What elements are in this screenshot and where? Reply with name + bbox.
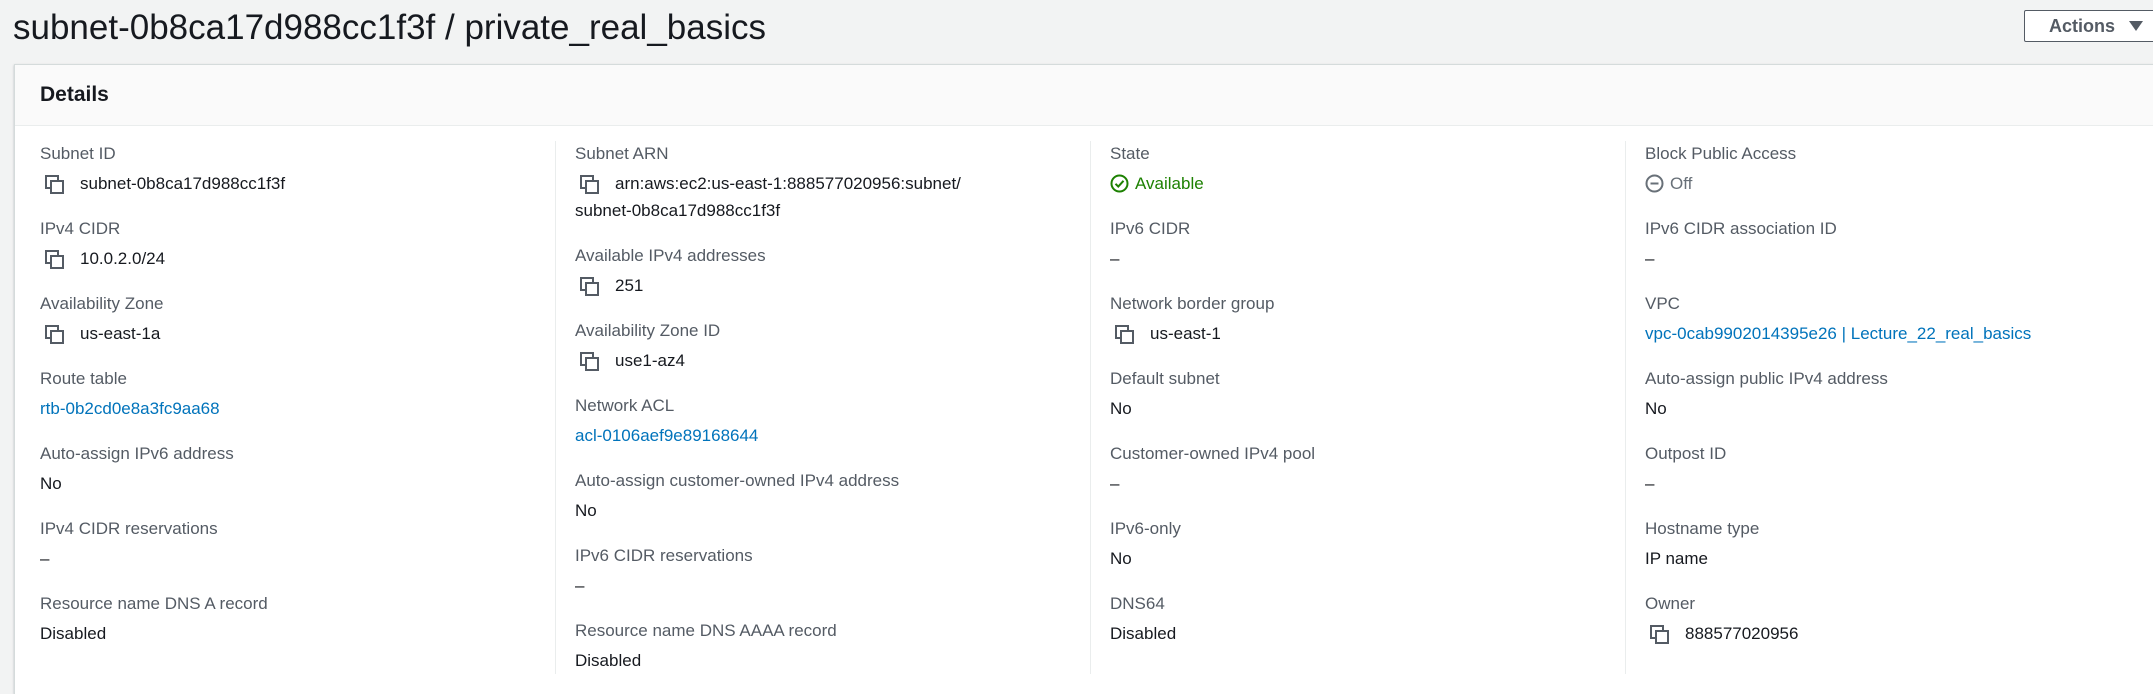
field-label: DNS64 [1110,594,1165,613]
dns-a-record-value: Disabled [40,624,107,643]
ipv4-cidr-value: 10.0.2.0/24 [80,249,166,268]
field-label: Network border group [1110,294,1275,313]
auto-assign-ipv6-value: No [40,474,62,493]
ipv4-cidr-reservations-value: – [40,549,50,568]
field-label: Block Public Access [1645,144,1797,163]
owner-value: 888577020956 [1685,624,1799,643]
network-border-group-value: us-east-1 [1150,324,1221,343]
field-label: Available IPv4 addresses [575,246,766,265]
field-label: Subnet ID [40,144,116,163]
availability-zone-value: us-east-1a [80,324,161,343]
field-label: Availability Zone [40,294,164,313]
caret-down-icon [2129,21,2144,31]
details-panel-title: Details [40,83,109,106]
ipv6-only-value: No [1110,549,1132,568]
column-divider [1090,141,1091,674]
coip-pool-value: – [1110,474,1120,493]
field-label: Default subnet [1110,369,1220,388]
subnet-arn-value-continued: subnet-0b8ca17d988cc1f3f [575,201,781,220]
copy-icon[interactable] [44,174,66,196]
ipv6-cidr-value: – [1110,249,1120,268]
field-label: Resource name DNS AAAA record [575,621,837,640]
copy-icon[interactable] [44,324,66,346]
field-label: Hostname type [1645,519,1760,538]
copy-icon[interactable] [579,276,601,298]
field-label: Outpost ID [1645,444,1727,463]
field-label: Auto-assign IPv6 address [40,444,234,463]
copy-icon[interactable] [44,249,66,271]
details-panel-header: Details [15,65,2153,126]
field-label: Subnet ARN [575,144,669,163]
field-label: IPv6-only [1110,519,1181,538]
field-label: IPv6 CIDR [1110,219,1191,238]
state-value: Available [1135,174,1204,193]
field-label: IPv6 CIDR reservations [575,546,753,565]
auto-assign-coip-value: No [575,501,597,520]
field-label: VPC [1645,294,1680,313]
subnet-id-value: subnet-0b8ca17d988cc1f3f [80,174,286,193]
route-table-link[interactable]: rtb-0b2cd0e8a3fc9aa68 [40,395,220,422]
copy-icon[interactable] [1649,624,1671,646]
copy-icon[interactable] [1114,324,1136,346]
field-label: IPv6 CIDR association ID [1645,219,1837,238]
column-divider [1625,141,1626,674]
ipv6-cidr-reservations-value: – [575,576,585,595]
field-label: Resource name DNS A record [40,594,268,613]
dns64-value: Disabled [1110,624,1177,643]
copy-icon[interactable] [579,351,601,373]
subnet-arn-value: arn:aws:ec2:us-east-1:888577020956:subne… [615,174,961,193]
actions-button[interactable]: Actions [2024,10,2153,42]
page-header: subnet-0b8ca17d988cc1f3f / private_real_… [0,0,2153,64]
ipv6-association-id-value: – [1645,249,1655,268]
field-label: Customer-owned IPv4 pool [1110,444,1316,463]
status-off-icon [1645,174,1664,193]
dns-aaaa-record-value: Disabled [575,651,642,670]
field-label: Route table [40,369,127,388]
availability-zone-id-value: use1-az4 [615,351,685,370]
hostname-type-value: IP name [1645,549,1709,568]
field-label: IPv4 CIDR [40,219,121,238]
field-label: Auto-assign customer-owned IPv4 address [575,471,900,490]
available-ipv4-value: 251 [615,276,644,295]
default-subnet-value: No [1110,399,1132,418]
details-panel: Details Subnet ID subnet-0b8ca17d988cc1f… [14,64,2153,694]
page-title: subnet-0b8ca17d988cc1f3f / private_real_… [13,8,766,47]
field-label: Auto-assign public IPv4 address [1645,369,1888,388]
field-label: Availability Zone ID [575,321,721,340]
outpost-id-value: – [1645,474,1655,493]
column-divider [555,141,556,674]
copy-icon[interactable] [579,174,601,196]
field-label: IPv4 CIDR reservations [40,519,218,538]
actions-button-label: Actions [2049,15,2116,36]
block-public-access-value: Off [1670,174,1693,193]
vpc-link[interactable]: vpc-0cab9902014395e26 | Lecture_22_real_… [1645,320,2031,347]
auto-assign-public-ipv4-value: No [1645,399,1667,418]
field-label: State [1110,144,1150,163]
network-acl-link[interactable]: acl-0106aef9e89168644 [575,422,758,449]
status-available-icon [1110,174,1129,193]
field-label: Network ACL [575,396,675,415]
field-label: Owner [1645,594,1696,613]
